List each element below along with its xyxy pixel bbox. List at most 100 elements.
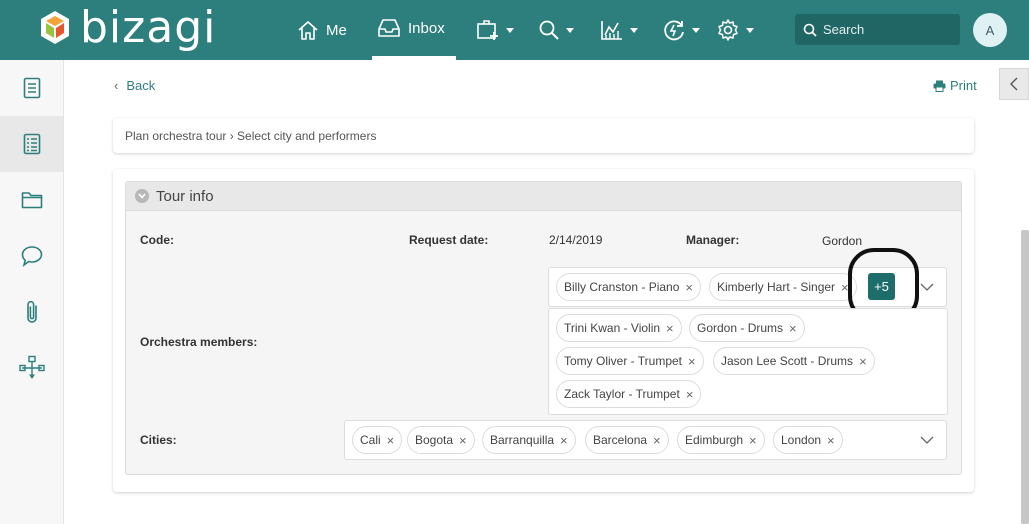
- nav-inbox-label: Inbox: [408, 19, 445, 37]
- nav-search[interactable]: [538, 0, 574, 60]
- manager-label: Manager:: [686, 233, 740, 247]
- member-chip: Jason Lee Scott - Drums ×: [713, 347, 875, 375]
- chevron-down-icon: [506, 27, 514, 33]
- top-navigation-bar: bizagi Me Inbox A: [0, 0, 1029, 60]
- member-chip: Tomy Oliver - Trumpet ×: [556, 347, 704, 375]
- back-label: Back: [126, 78, 156, 93]
- collapse-chevron-icon: [135, 189, 149, 203]
- member-chip-label: Tomy Oliver - Trumpet: [564, 354, 683, 368]
- orchestra-members-label: Orchestra members:: [140, 335, 258, 349]
- manager-value: Gordon: [822, 234, 863, 248]
- cities-label: Cities:: [140, 433, 177, 447]
- inbox-icon: [378, 19, 400, 37]
- search-icon: [803, 23, 817, 37]
- chevron-down-icon[interactable]: [920, 280, 934, 294]
- member-chip-label: Billy Cranston - Piano: [564, 280, 680, 294]
- code-label: Code:: [140, 233, 174, 247]
- member-chip: Zack Taylor - Trumpet ×: [556, 380, 702, 408]
- chevron-down-icon[interactable]: [920, 433, 934, 447]
- folder-icon: [21, 192, 42, 209]
- left-sidebar: [0, 60, 64, 524]
- city-chip: Barcelona ×: [585, 426, 669, 454]
- member-chip: Trini Kwan - Violin ×: [556, 314, 682, 342]
- sidebar-process-map-button[interactable]: [0, 340, 63, 396]
- search-icon: [539, 20, 559, 40]
- remove-icon[interactable]: ×: [560, 433, 568, 448]
- chevron-down-icon: [692, 27, 700, 33]
- remove-icon[interactable]: ×: [666, 321, 674, 336]
- breadcrumb: Plan orchestra tour › Select city and pe…: [113, 118, 974, 153]
- activity-icon: [664, 20, 684, 41]
- remove-icon[interactable]: ×: [459, 433, 467, 448]
- city-chip-label: Barranquilla: [490, 433, 555, 447]
- member-chip: Gordon - Drums ×: [689, 314, 805, 342]
- bizagi-logo-mark-icon: [41, 11, 69, 44]
- nav-inbox[interactable]: Inbox: [372, 0, 456, 60]
- city-chip: Barranquilla ×: [482, 426, 576, 454]
- nav-me[interactable]: Me: [297, 0, 347, 60]
- city-chip: Cali ×: [352, 426, 403, 454]
- remove-icon[interactable]: ×: [686, 387, 694, 402]
- search-input[interactable]: [823, 22, 953, 37]
- back-link[interactable]: ‹ Back: [114, 78, 155, 93]
- member-chip-label: Zack Taylor - Trumpet: [564, 387, 680, 401]
- remove-icon[interactable]: ×: [789, 321, 797, 336]
- remove-icon[interactable]: ×: [749, 433, 757, 448]
- settings-icon: [718, 19, 738, 41]
- nav-settings[interactable]: [716, 0, 754, 60]
- form-icon: [23, 77, 40, 99]
- nav-analytics[interactable]: [600, 0, 638, 60]
- sidebar-documents-button[interactable]: [0, 172, 63, 228]
- nav-new-case[interactable]: [476, 0, 514, 60]
- tour-info-header[interactable]: Tour info: [126, 182, 961, 211]
- remove-icon[interactable]: ×: [685, 280, 693, 295]
- group-title: Tour info: [156, 187, 214, 205]
- global-search-box[interactable]: [795, 14, 960, 45]
- request-date-value: 2/14/2019: [549, 233, 603, 247]
- city-chip-label: London: [781, 433, 822, 447]
- request-date-label: Request date:: [409, 233, 489, 247]
- collapse-panel-button[interactable]: [999, 68, 1029, 100]
- sidebar-comments-button[interactable]: [0, 228, 63, 284]
- sidebar-checklist-button[interactable]: [0, 116, 63, 172]
- home-icon: [298, 21, 318, 40]
- remove-icon[interactable]: ×: [387, 433, 395, 448]
- print-label: Print: [950, 78, 977, 93]
- printer-icon: [933, 80, 946, 92]
- member-chip-label: Gordon - Drums: [697, 321, 784, 335]
- bizagi-logo[interactable]: bizagi: [38, 6, 216, 50]
- analytics-icon: [601, 21, 622, 40]
- nav-activity[interactable]: [662, 0, 700, 60]
- sidebar-attachments-button[interactable]: [0, 284, 63, 340]
- chevron-down-icon: [566, 27, 574, 33]
- city-chip-label: Barcelona: [593, 433, 648, 447]
- chevron-down-icon: [746, 27, 754, 33]
- sidebar-form-button[interactable]: [0, 60, 63, 116]
- print-link[interactable]: Print: [933, 78, 977, 93]
- member-chip-label: Trini Kwan - Violin: [564, 321, 661, 335]
- member-chip: Billy Cranston - Piano ×: [556, 273, 701, 301]
- chevron-left-icon: ‹: [114, 78, 119, 93]
- city-chip-label: Bogota: [415, 433, 454, 447]
- attachment-icon: [26, 300, 37, 323]
- city-chip: London ×: [773, 426, 843, 454]
- process-map-icon: [18, 355, 45, 379]
- user-avatar[interactable]: A: [973, 13, 1007, 47]
- comment-icon: [21, 246, 42, 267]
- city-chip: Bogota ×: [407, 426, 475, 454]
- chevron-left-icon: [1010, 77, 1018, 91]
- page-scrollbar[interactable]: [1021, 230, 1029, 524]
- remove-icon[interactable]: ×: [859, 354, 867, 369]
- checklist-icon: [23, 133, 40, 155]
- brand-name: bizagi: [80, 2, 217, 53]
- chevron-down-icon: [630, 27, 638, 33]
- remove-icon[interactable]: ×: [653, 433, 661, 448]
- remove-icon[interactable]: ×: [827, 433, 835, 448]
- remove-icon[interactable]: ×: [688, 354, 696, 369]
- breadcrumb-text: Plan orchestra tour › Select city and pe…: [125, 129, 377, 143]
- new-case-icon: [477, 20, 498, 40]
- member-chip-label: Kimberly Hart - Singer: [717, 280, 836, 294]
- city-chip-label: Edimburgh: [685, 433, 744, 447]
- city-chip: Edimburgh ×: [677, 426, 765, 454]
- city-chip-label: Cali: [360, 433, 381, 447]
